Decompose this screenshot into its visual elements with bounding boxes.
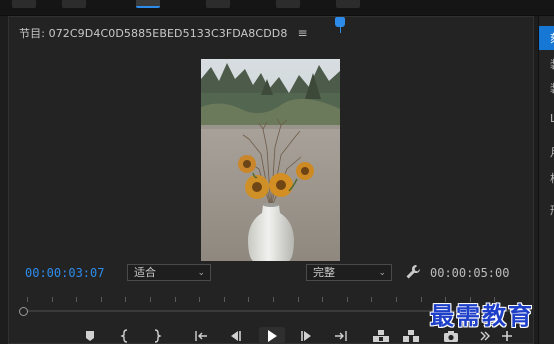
ruler-tick: [396, 297, 397, 302]
hamburger-menu-icon[interactable]: ≡: [297, 26, 307, 40]
top-tab-strip: [0, 0, 554, 16]
tab-fragment[interactable]: [62, 0, 86, 8]
ruler-tick: [174, 297, 176, 302]
lift-icon[interactable]: [371, 327, 391, 344]
step-forward-icon[interactable]: [297, 327, 317, 344]
tab-fragment[interactable]: [12, 0, 36, 8]
video-monitor: [9, 47, 533, 277]
tab-fragment[interactable]: [206, 0, 230, 8]
playhead-handle[interactable]: [335, 17, 345, 27]
ruler-tick: [76, 297, 78, 302]
ruler-tick: [248, 297, 250, 302]
chevron-down-icon: ⌄: [378, 268, 386, 278]
right-panel-item[interactable]: 析: [550, 170, 554, 186]
panel-title[interactable]: 节目: 072C9D4C0D5885EBED5133C3FDA8CDD8: [19, 25, 287, 41]
scrollbar-knob[interactable]: [19, 307, 28, 316]
ruler-tick: [51, 297, 53, 302]
mark-in-icon[interactable]: [115, 327, 135, 344]
program-monitor-panel: 节目: 072C9D4C0D5885EBED5133C3FDA8CDD8 ≡ 0…: [8, 16, 534, 344]
right-panel-item[interactable]: 装: [550, 56, 554, 72]
ruler-tick: [223, 297, 225, 302]
add-marker-icon[interactable]: [80, 327, 100, 344]
ruler-tick: [150, 297, 151, 302]
fit-dropdown-value: 适合: [134, 266, 156, 279]
ruler-tick: [273, 297, 274, 302]
panel-header: 节目: 072C9D4C0D5885EBED5133C3FDA8CDD8 ≡: [19, 25, 308, 41]
step-back-icon[interactable]: [225, 327, 245, 344]
ruler-tick: [346, 297, 348, 302]
right-panel-item[interactable]: 月: [550, 144, 554, 160]
watermark-logo: 最需教育: [430, 301, 534, 330]
tab-fragment[interactable]: [336, 0, 360, 8]
monitor-controls-row: 00:00:03:07 适合 ⌄ 完整 ⌄ 00:00:05:00: [9, 263, 533, 285]
ruler-tick: [322, 297, 324, 302]
right-side-panel: 刻 装 装 L 月 析 形: [538, 16, 554, 344]
mark-out-icon[interactable]: [147, 327, 167, 344]
ruler-tick: [27, 297, 28, 302]
video-frame-image: [201, 59, 340, 261]
right-panel-item[interactable]: 装: [550, 80, 554, 96]
ruler-tick: [199, 297, 201, 302]
playback-resolution-value: 完整: [313, 266, 335, 279]
tab-fragment[interactable]: [276, 0, 300, 8]
ruler-tick: [100, 297, 102, 302]
duration-timecode[interactable]: 00:00:05:00: [430, 266, 509, 280]
fit-dropdown[interactable]: 适合 ⌄: [127, 264, 211, 281]
current-timecode[interactable]: 00:00:03:07: [25, 266, 104, 280]
ruler-tick: [125, 297, 127, 302]
wrench-icon[interactable]: [405, 264, 421, 281]
go-to-out-icon[interactable]: [331, 327, 351, 344]
right-panel-item[interactable]: 形: [550, 202, 554, 218]
video-frame[interactable]: [201, 59, 340, 261]
ruler-tick: [420, 297, 422, 302]
playhead-line: [340, 27, 341, 33]
go-to-in-icon[interactable]: [191, 327, 211, 344]
right-panel-item[interactable]: L: [550, 112, 554, 125]
play-icon[interactable]: [259, 327, 285, 344]
ruler-tick: [371, 297, 373, 302]
chevron-down-icon: ⌄: [197, 268, 205, 278]
tab-fragment-active[interactable]: [136, 0, 160, 8]
extract-icon[interactable]: [401, 327, 421, 344]
playback-resolution-dropdown[interactable]: 完整 ⌄: [306, 264, 392, 281]
right-panel-item[interactable]: 刻: [550, 30, 554, 46]
ruler-tick: [297, 297, 299, 302]
